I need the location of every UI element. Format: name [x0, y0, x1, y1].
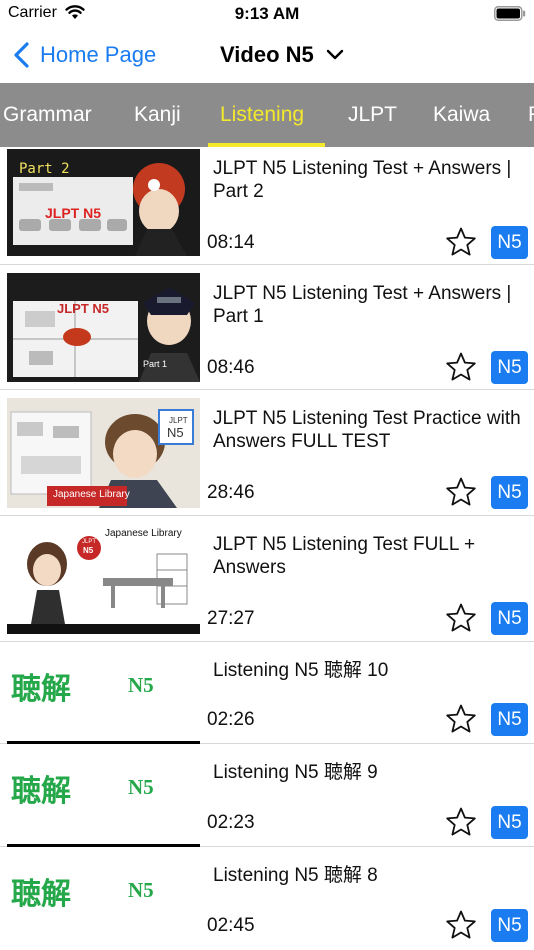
back-button-label: Home Page: [40, 42, 157, 67]
video-thumbnail: Japanese Library JLPT N5: [7, 524, 200, 634]
video-thumbnail: Part 2 JLPT N5: [7, 149, 200, 256]
video-row[interactable]: JLPT N5 Part 1 JLPT N5 Listening Test + …: [0, 265, 534, 390]
video-title: JLPT N5 Listening Test + Answers | Part …: [213, 283, 512, 327]
video-title: JLPT N5 Listening Test Practice with Ans…: [213, 408, 521, 452]
tab-overflow[interactable]: F: [528, 83, 534, 147]
page-title: Video N5: [220, 42, 314, 67]
thumbnail-caption: JLPT N5: [57, 301, 110, 316]
thumbnail-caption: Part 2: [19, 161, 70, 177]
video-title: JLPT N5 Listening Test + Answers | Part …: [213, 158, 512, 202]
navigation-bar: Home Page Video N5: [0, 28, 534, 82]
category-tabs: Grammar Kanji Listening JLPT Kaiwa F: [0, 83, 534, 147]
thumbnail-kanji: 聴解: [11, 774, 71, 809]
video-duration: 08:14: [207, 232, 255, 253]
star-icon[interactable]: [445, 909, 477, 941]
video-thumbnail: 聴解 N5: [7, 642, 200, 744]
level-badge: N5: [491, 226, 528, 259]
star-icon[interactable]: [445, 476, 477, 508]
video-row[interactable]: 聴解 N5 Listening N5 聴解 9 02:23 N5: [0, 744, 534, 847]
back-chevron-icon: [14, 42, 29, 68]
video-duration: 02:23: [207, 812, 255, 833]
video-row[interactable]: 聴解 N5 Listening N5 聴解 10 02:26 N5: [0, 642, 534, 744]
thumbnail-level: N5: [128, 878, 154, 902]
tab-jlpt[interactable]: JLPT: [348, 83, 397, 147]
battery-icon: [494, 6, 526, 21]
thumbnail-caption: JLPT N5: [45, 205, 102, 221]
video-duration: 08:46: [207, 357, 255, 378]
level-badge: N5: [491, 703, 528, 736]
status-time: 9:13 AM: [234, 4, 300, 23]
video-thumbnail: 聴解 N5: [7, 744, 200, 847]
star-icon[interactable]: [445, 806, 477, 838]
title-dropdown[interactable]: Video N5: [220, 42, 344, 68]
video-thumbnail: JLPT N5 Part 1: [7, 273, 200, 382]
star-icon[interactable]: [445, 351, 477, 383]
thumbnail-caption: Part 1: [143, 359, 168, 369]
thumbnail-caption: JLPT: [82, 539, 97, 545]
level-badge: N5: [491, 806, 528, 839]
video-thumbnail: 聴解 N5: [7, 847, 200, 950]
video-title: Listening N5 聴解 10: [213, 660, 389, 681]
status-bar: Carrier 9:13 AM: [0, 0, 534, 28]
video-duration: 02:26: [207, 709, 255, 730]
star-icon[interactable]: [445, 226, 477, 258]
video-row[interactable]: JLPT N5 Japanese Library JLPT N5 Listeni…: [0, 390, 534, 516]
thumbnail-caption: JLPT: [169, 416, 188, 425]
tab-listening[interactable]: Listening: [220, 83, 304, 147]
video-row[interactable]: Part 2 JLPT N5 JLPT N5 Listening Test + …: [0, 147, 534, 265]
dropdown-chevron-icon: [326, 49, 343, 60]
thumbnail-caption: Japanese Library: [53, 489, 130, 500]
thumbnail-level: N5: [128, 673, 154, 697]
back-button[interactable]: Home Page: [12, 38, 156, 72]
video-title: Listening N5 聴解 8: [213, 865, 378, 886]
level-badge: N5: [491, 909, 528, 942]
star-icon[interactable]: [445, 602, 477, 634]
video-title: JLPT N5 Listening Test FULL + Answers: [213, 534, 476, 578]
video-row[interactable]: Japanese Library JLPT N5 JLPT N5 Listeni…: [0, 516, 534, 642]
thumbnail-level: N5: [128, 775, 154, 799]
video-duration: 28:46: [207, 482, 255, 503]
tab-grammar[interactable]: Grammar: [3, 83, 92, 147]
tab-kaiwa[interactable]: Kaiwa: [433, 83, 490, 147]
video-title: Listening N5 聴解 9: [213, 762, 378, 783]
thumbnail-kanji: 聴解: [11, 672, 71, 707]
tab-kanji[interactable]: Kanji: [134, 83, 181, 147]
level-badge: N5: [491, 602, 528, 635]
video-duration: 27:27: [207, 608, 255, 629]
thumbnail-kanji: 聴解: [11, 877, 71, 912]
thumbnail-caption: Japanese Library: [105, 528, 182, 539]
level-badge: N5: [491, 476, 528, 509]
video-duration: 02:45: [207, 915, 255, 936]
thumbnail-caption: N5: [83, 546, 94, 555]
star-icon[interactable]: [445, 703, 477, 735]
video-row[interactable]: 聴解 N5 Listening N5 聴解 8 02:45 N5: [0, 847, 534, 950]
level-badge: N5: [491, 351, 528, 384]
video-thumbnail: JLPT N5 Japanese Library: [7, 398, 200, 508]
thumbnail-caption: N5: [167, 425, 184, 440]
